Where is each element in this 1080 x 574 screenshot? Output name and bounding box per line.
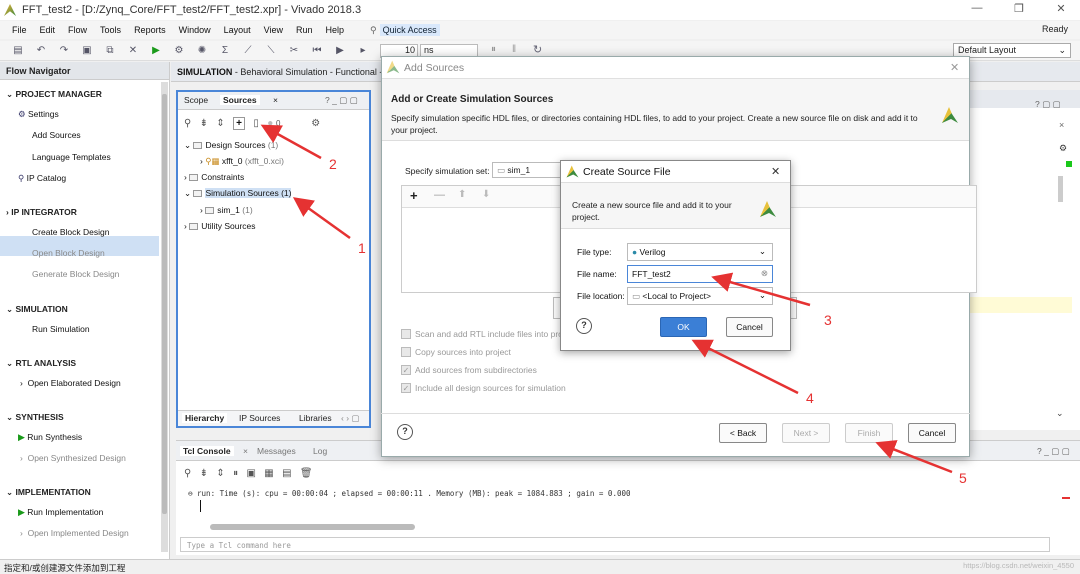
annotation-number-3: 3 — [824, 312, 832, 328]
arrow-4 — [691, 339, 799, 395]
annotation-number-1: 1 — [358, 240, 366, 256]
annotation-number-4: 4 — [806, 390, 814, 406]
annotation-number-5: 5 — [959, 470, 967, 486]
annotation-number-2: 2 — [329, 156, 337, 172]
arrow-5 — [875, 440, 953, 474]
arrow-1 — [292, 197, 351, 240]
arrow-2 — [260, 124, 322, 160]
annotation-arrows — [260, 124, 953, 474]
vivado-window: FFT_test2 - [D:/Zynq_Core/FFT_test2/FFT_… — [0, 0, 1080, 574]
arrow-3 — [711, 272, 811, 307]
